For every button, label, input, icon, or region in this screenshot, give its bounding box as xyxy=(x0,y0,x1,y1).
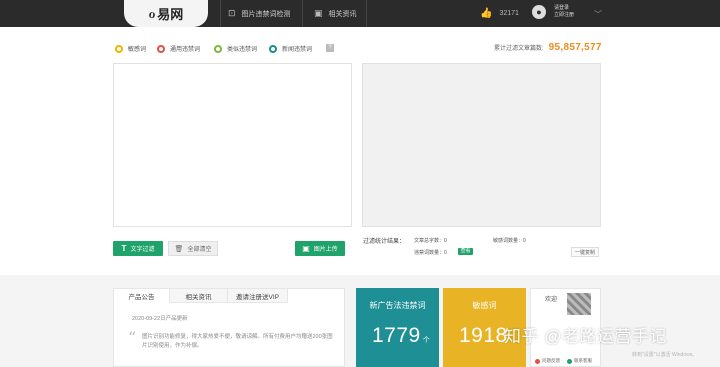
trash-icon: 🗑 xyxy=(174,245,184,253)
notice-panel: 产品公告 相关资讯 邀请注册送VIP 2020-09-22日产品更新 “ 图片识… xyxy=(113,288,345,367)
copy-button[interactable]: 一键复制 xyxy=(571,247,599,257)
help-icon[interactable]: ? xyxy=(326,44,334,52)
nav-divider xyxy=(366,0,367,27)
text-icon: T xyxy=(121,244,127,253)
stats-title: 过滤统计结果： xyxy=(363,239,406,245)
result-preview-area xyxy=(362,63,601,227)
total-label: 累计过滤文章篇数: xyxy=(494,46,544,52)
legend-item-news: 新闻违禁词 xyxy=(269,44,312,53)
total-filtered: 累计过滤文章篇数: 95,857,577 xyxy=(494,42,602,53)
view-badge[interactable]: 查看 xyxy=(458,248,473,255)
legend-dot-icon xyxy=(115,44,123,53)
notice-text: 图片识别功能修复，得大家热爱不便，敬请谅解。所有付费用户均赠送200张图片识别使… xyxy=(142,334,333,349)
feedback-link[interactable]: 问题反馈 xyxy=(535,358,560,364)
tab-related-news[interactable]: 相关资讯 xyxy=(170,289,228,303)
card-value: 1918 xyxy=(459,324,508,347)
image-upload-button[interactable]: ▣ 图片上传 xyxy=(295,241,345,256)
legend-label: 新闻违禁词 xyxy=(282,47,313,53)
stat-total-chars: 文章总字数：0 xyxy=(414,238,447,244)
logo-text: 易网 xyxy=(157,7,184,22)
feedback-icon xyxy=(535,358,540,364)
legend-label: 类似违禁词 xyxy=(227,47,258,53)
stat-banned-count: 违禁词数量：0 xyxy=(414,250,447,256)
legend-dot-icon xyxy=(269,44,277,53)
text-filter-button[interactable]: T 文字过滤 xyxy=(113,241,163,256)
likes-counter[interactable]: 👍 32171 xyxy=(480,0,519,27)
top-navigation-bar: ℴ 易网 ⊡ 图片违禁词检测 ▣ 相关资讯 👍 32171 ● 请登录 立即注册… xyxy=(0,0,720,27)
chevron-down-icon[interactable]: ﹀ xyxy=(594,9,602,20)
nav-divider xyxy=(220,0,221,27)
nav-label: 相关资讯 xyxy=(328,10,357,18)
nav-label: 图片违禁词检测 xyxy=(241,10,291,18)
nav-divider xyxy=(302,0,303,27)
notice-date: 2020-09-22日产品更新 xyxy=(132,316,188,322)
card-title: 敏感词 xyxy=(472,301,497,310)
main-panel xyxy=(0,27,720,275)
image-scan-icon: ⊡ xyxy=(228,8,236,18)
nav-item-news[interactable]: ▣ 相关资讯 xyxy=(314,0,357,27)
card-value: 1779 个 xyxy=(372,324,431,347)
site-logo[interactable]: ℴ 易网 xyxy=(124,0,208,27)
legend-dot-icon xyxy=(157,44,165,53)
register-link[interactable]: 立即注册 xyxy=(554,12,574,19)
user-avatar-icon: ● xyxy=(532,5,546,19)
service-icon xyxy=(567,358,572,364)
windows-activation-watermark: 转到"设置"以激活 Windows。 xyxy=(632,352,698,358)
likes-count: 32171 xyxy=(499,10,519,17)
legend-label: 通用违禁词 xyxy=(170,47,201,53)
news-icon: ▣ xyxy=(314,8,323,18)
nav-item-image-check[interactable]: ⊡ 图片违禁词检测 xyxy=(228,0,291,27)
service-link[interactable]: 联系客服 xyxy=(567,358,592,364)
text-input-area[interactable] xyxy=(113,63,352,227)
zhihu-watermark: 知乎 @老路运营手记 xyxy=(504,327,667,346)
card-title: 新广告法违禁词 xyxy=(369,301,426,310)
image-icon: ▣ xyxy=(302,244,310,253)
user-menu[interactable]: ● 请登录 立即注册 xyxy=(532,5,574,19)
tab-invite-vip[interactable]: 邀请注册送VIP xyxy=(228,289,288,303)
clear-all-button[interactable]: 🗑 全部清空 xyxy=(168,241,218,256)
logo-mark-icon: ℴ xyxy=(148,5,156,21)
legend-label: 敏感词 xyxy=(128,47,147,53)
legend-item-general: 通用违禁词 xyxy=(157,44,200,53)
stat-sensitive-count: 敏感词数量：0 xyxy=(493,238,526,244)
card-ad-law-words[interactable]: 新广告法违禁词 1779 个 xyxy=(356,288,439,367)
tab-product-notice[interactable]: 产品公告 xyxy=(114,289,170,303)
login-link[interactable]: 请登录 xyxy=(554,5,574,12)
legend-item-similar: 类似违禁词 xyxy=(214,44,257,53)
thumbs-up-icon: 👍 xyxy=(480,8,493,19)
legend-dot-icon xyxy=(214,44,222,53)
legend-item-sensitive: 敏感词 xyxy=(115,44,146,53)
welcome-label: 欢迎 xyxy=(545,297,558,303)
qr-code-image xyxy=(567,293,591,315)
quote-icon: “ xyxy=(128,328,137,347)
total-value: 95,857,577 xyxy=(548,42,602,53)
